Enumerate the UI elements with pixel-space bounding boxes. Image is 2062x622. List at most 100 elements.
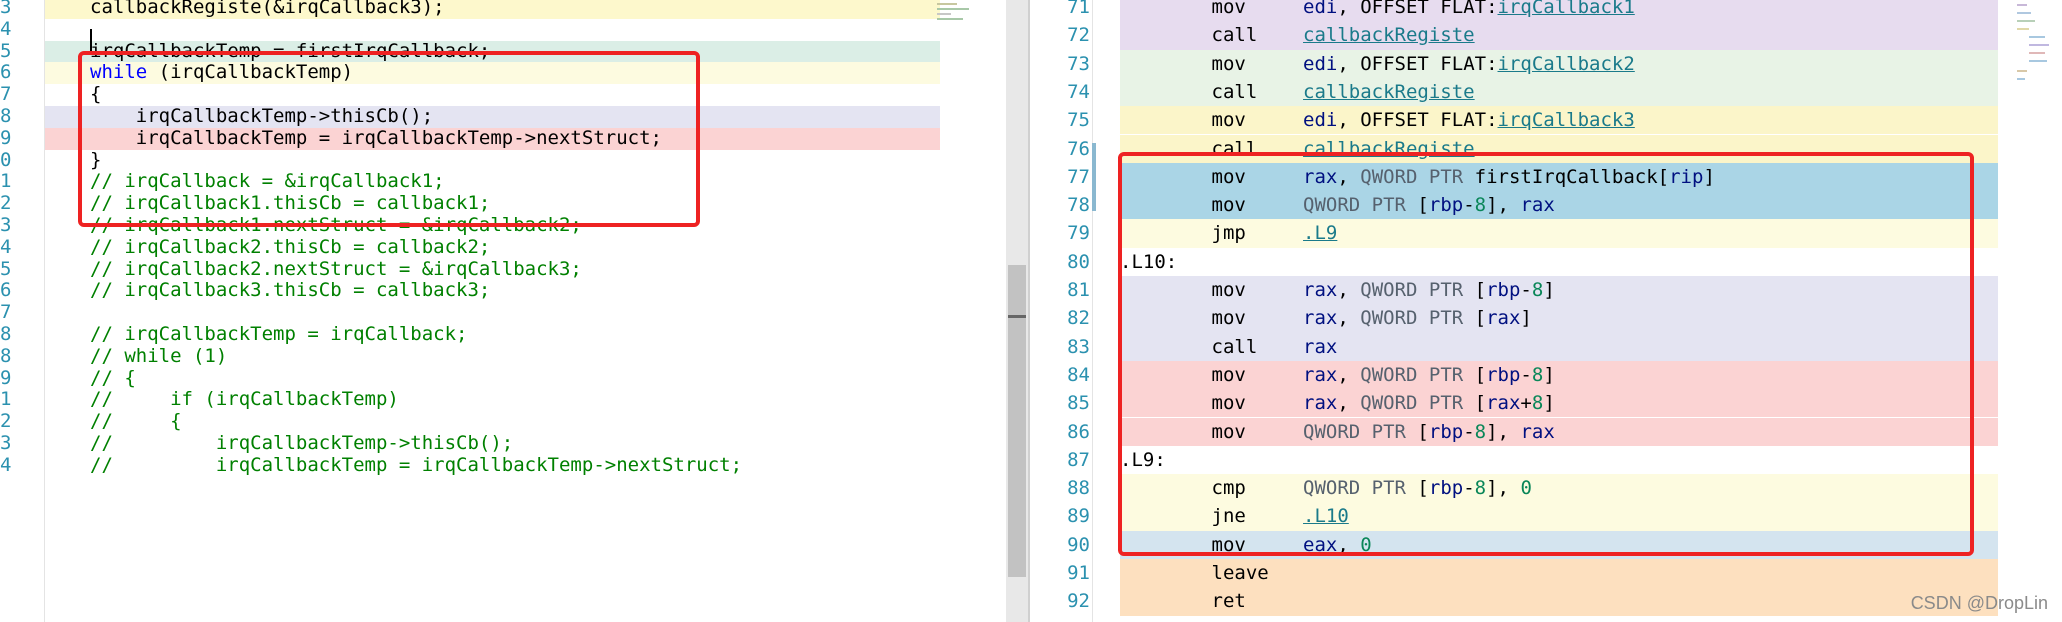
line-number: 4 <box>0 453 12 476</box>
line-number: 8 <box>0 344 12 367</box>
code-text[interactable]: // irqCallback2.nextStruct = &irqCallbac… <box>90 257 582 281</box>
line-number: 4 <box>0 17 12 40</box>
change-marker <box>1092 143 1096 211</box>
code-text[interactable]: mov edi, OFFSET FLAT:irqCallback2 <box>1120 50 1635 78</box>
line-number: 74 <box>1067 80 1090 103</box>
assembly-output-pane[interactable]: 71 mov edi, OFFSET FLAT:irqCallback1 72 c… <box>1030 0 2062 622</box>
code-text[interactable]: call callbackRegiste <box>1120 78 1475 106</box>
asm-line: 91 leave <box>1030 559 2030 588</box>
highlight-box-source-loop <box>78 51 700 227</box>
line-number: 86 <box>1067 420 1090 443</box>
source-line: 8 // while (1) <box>0 344 1006 368</box>
code-text[interactable]: // { <box>90 366 136 390</box>
source-line: 2 // { <box>0 410 1006 433</box>
source-line: 8 // irqCallbackTemp = irqCallback; <box>0 323 1006 346</box>
code-text[interactable]: // irqCallbackTemp->thisCb(); <box>90 432 514 455</box>
code-text[interactable]: mov edi, OFFSET FLAT:irqCallback1 <box>1120 0 1635 21</box>
code-text[interactable]: // if (irqCallbackTemp) <box>90 388 399 411</box>
watermark: CSDN @DropLin <box>1910 593 2048 613</box>
line-number: 1 <box>0 388 12 411</box>
line-number: 78 <box>1067 194 1090 217</box>
code-token: // irqCallbackTemp = irqCallback; <box>90 323 468 345</box>
line-number: 4 <box>0 235 12 258</box>
text-cursor <box>90 29 92 51</box>
line-number: 84 <box>1067 363 1090 386</box>
code-text[interactable]: // irqCallback3.thisCb = callback3; <box>90 279 491 302</box>
code-text[interactable]: call callbackRegiste <box>1120 21 1475 49</box>
line-number: 1 <box>0 170 12 193</box>
line-number: 91 <box>1067 562 1090 584</box>
pane-splitter[interactable] <box>1028 0 1030 622</box>
code-token: irqCallback1 <box>1497 0 1635 18</box>
line-number: 9 <box>0 366 12 389</box>
code-text[interactable]: // irqCallback2.thisCb = callback2; <box>90 236 490 259</box>
line-number: 72 <box>1067 24 1090 47</box>
code-text[interactable]: ret <box>1120 587 1246 615</box>
line-number: 92 <box>1067 590 1090 613</box>
code-token: call <box>1120 80 1304 103</box>
code-token: edi <box>1303 0 1338 18</box>
asm-line: 92 ret <box>1030 587 2030 616</box>
right-minimap[interactable] <box>2015 0 2055 90</box>
code-token: leave <box>1120 562 1269 584</box>
code-token: edi <box>1303 52 1338 75</box>
line-number: 83 <box>1067 335 1090 358</box>
line-highlight <box>1120 587 1998 616</box>
line-number: 79 <box>1067 222 1090 245</box>
code-token: , OFFSET FLAT: <box>1337 52 1498 75</box>
line-number: 85 <box>1067 392 1090 415</box>
code-token: callbackRegiste(&irqCallback3); <box>90 0 445 18</box>
line-number: 80 <box>1067 250 1090 273</box>
code-text[interactable]: leave <box>1120 559 1269 587</box>
line-number: 73 <box>1067 52 1090 75</box>
code-token: mov <box>1120 109 1304 132</box>
code-token: mov <box>1120 0 1304 18</box>
code-token: // { <box>90 410 182 433</box>
asm-line: 72 call callbackRegiste <box>1030 21 2030 50</box>
source-line: 1 // if (irqCallbackTemp) <box>0 388 1006 412</box>
code-text[interactable]: // irqCallbackTemp = irqCallbackTemp->ne… <box>90 454 742 477</box>
code-token: , OFFSET FLAT: <box>1337 0 1498 18</box>
line-number: 6 <box>0 61 12 84</box>
source-line: 3 callbackRegiste(&irqCallback3); <box>0 0 1006 19</box>
code-token: callbackRegiste <box>1303 24 1475 47</box>
code-text[interactable]: // while (1) <box>90 345 227 368</box>
code-token: call <box>1120 24 1304 47</box>
code-token: // { <box>90 366 136 389</box>
source-line: 9 // { <box>0 366 1006 390</box>
code-token: mov <box>1120 52 1304 75</box>
line-number: 3 <box>0 214 12 236</box>
left-minimap[interactable] <box>935 0 995 30</box>
source-line: 6 // irqCallback3.thisCb = callback3; <box>0 279 1006 303</box>
source-line: 5 // irqCallback2.nextStruct = &irqCallba… <box>0 257 1006 281</box>
line-number: 8 <box>0 105 12 127</box>
asm-line: 73 mov edi, OFFSET FLAT:irqCallback2 <box>1030 49 2030 78</box>
code-token: irqCallback3 <box>1497 109 1635 132</box>
code-token: edi <box>1303 109 1338 132</box>
line-number: 89 <box>1067 505 1090 528</box>
line-number: 90 <box>1067 533 1090 556</box>
line-number: 2 <box>0 410 12 433</box>
code-text[interactable]: callbackRegiste(&irqCallback3); <box>90 0 445 19</box>
code-token: // irqCallback2.nextStruct = &irqCallbac… <box>90 257 582 280</box>
line-number: 77 <box>1067 165 1090 188</box>
line-number: 87 <box>1067 448 1090 471</box>
source-line: 7 <box>0 301 1006 324</box>
code-token: // irqCallback3.thisCb = callback3; <box>90 279 491 302</box>
code-text[interactable]: mov edi, OFFSET FLAT:irqCallback3 <box>1120 106 1635 134</box>
code-text[interactable]: // { <box>90 410 182 433</box>
line-number: 7 <box>0 301 12 324</box>
left-scrollbar-thumb[interactable] <box>1008 265 1026 577</box>
code-text[interactable]: // irqCallbackTemp = irqCallback; <box>90 323 468 346</box>
line-number: 3 <box>0 432 12 454</box>
code-token: // irqCallbackTemp->thisCb(); <box>90 432 514 454</box>
line-number: 3 <box>0 0 12 18</box>
line-highlight <box>45 302 940 324</box>
code-token: , OFFSET FLAT: <box>1337 109 1498 132</box>
code-token: irqCallback2 <box>1497 52 1635 75</box>
code-token: callbackRegiste <box>1303 80 1475 103</box>
line-number: 5 <box>0 257 12 280</box>
source-editor-pane[interactable]: 3 callbackRegiste(&irqCallback3); 4 5 irqCal… <box>0 0 1028 622</box>
line-number: 82 <box>1067 307 1090 330</box>
code-token: ret <box>1120 590 1246 613</box>
